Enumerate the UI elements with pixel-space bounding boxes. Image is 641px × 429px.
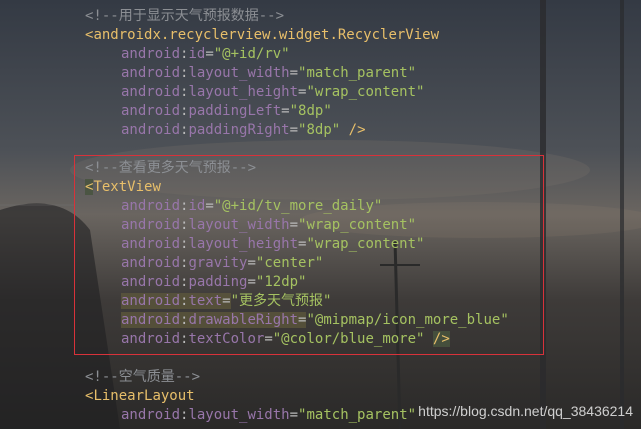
code-line[interactable]: <androidx.recyclerview.widget.RecyclerVi… (85, 26, 439, 45)
attr-namespace: android (121, 103, 181, 119)
xml-comment: <!--用于显示天气预报数据--> (85, 8, 285, 24)
equals: = (289, 122, 299, 138)
attr-namespace: android (121, 407, 181, 423)
code-line[interactable]: <!--用于显示天气预报数据--> (85, 7, 284, 26)
attr-value: "match_parent" (298, 407, 417, 423)
attr-value: "8dp" (289, 103, 332, 119)
attr-namespace: android (121, 65, 181, 81)
attribute: android:layout_width= (121, 407, 298, 423)
attr-value: "match_parent" (298, 65, 417, 81)
equals: = (281, 103, 290, 119)
code-line[interactable]: android:layout_width="match_parent" (121, 406, 416, 425)
code-line[interactable]: <LinearLayout (85, 387, 195, 406)
xml-comment: <!--空气质量--> (85, 369, 201, 385)
selection-highlight-box (74, 155, 544, 355)
code-line[interactable]: android:paddingLeft="8dp" (121, 102, 332, 121)
attribute: android:id= (121, 46, 214, 62)
attr-name: paddingRight (188, 122, 290, 138)
equals: = (289, 65, 299, 81)
attr-name: layout_width (188, 65, 290, 81)
code-line[interactable]: <!--空气质量--> (85, 368, 200, 387)
attr-name: id (188, 46, 206, 62)
attr-value: "@+id/rv" (213, 46, 290, 62)
tag-close: /> (348, 122, 366, 138)
attr-namespace: android (121, 122, 181, 138)
watermark: https://blog.csdn.net/qq_38436214 (418, 403, 633, 419)
attribute: android:paddingLeft= (121, 103, 290, 119)
code-line[interactable]: android:id="@+id/rv" (121, 45, 290, 64)
code-line[interactable]: android:layout_height="wrap_content" (121, 83, 424, 102)
attribute: android:paddingRight= (121, 122, 298, 138)
equals: = (289, 407, 299, 423)
attr-name: layout_height (188, 84, 299, 100)
equals: = (205, 46, 214, 62)
attr-name: paddingLeft (188, 103, 282, 119)
attr-namespace: android (121, 46, 181, 62)
attr-namespace: android (121, 84, 181, 100)
xml-tag-name: LinearLayout (93, 388, 195, 404)
attribute: android:layout_width= (121, 65, 298, 81)
code-line[interactable]: android:paddingRight="8dp" /> (121, 121, 366, 140)
attribute: android:layout_height= (121, 84, 306, 100)
xml-tag-name: androidx.recyclerview.widget.RecyclerVie… (93, 27, 440, 43)
code-line[interactable]: android:layout_width="match_parent" (121, 64, 416, 83)
attr-value: "8dp" (298, 122, 341, 138)
attr-value: "wrap_content" (306, 84, 425, 100)
attr-name: layout_width (188, 407, 290, 423)
